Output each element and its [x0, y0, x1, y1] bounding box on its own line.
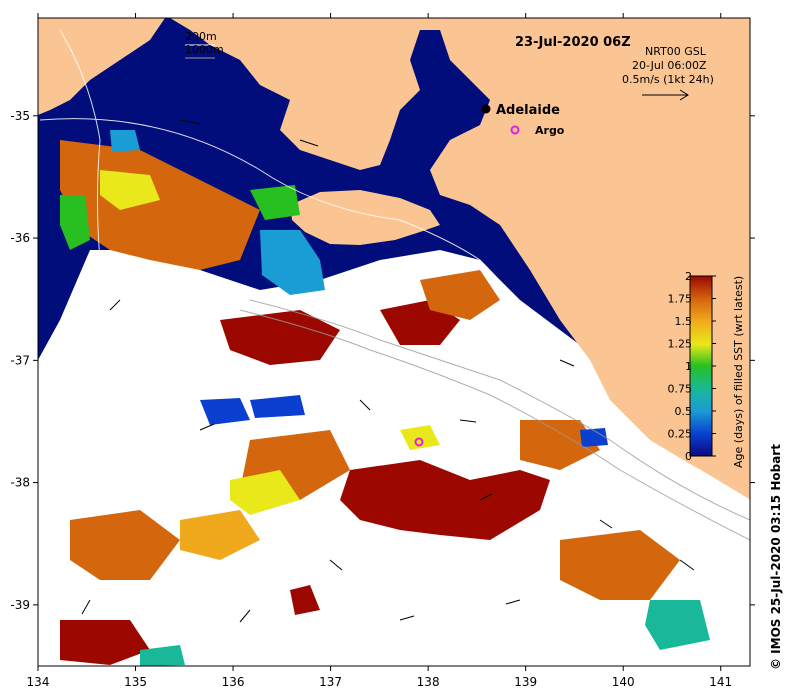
y-tick-label: -35	[10, 109, 30, 123]
adelaide-label: Adelaide	[496, 103, 560, 118]
x-tick-label: 139	[514, 675, 537, 689]
y-tick-label: -36	[10, 231, 30, 245]
x-tick-label: 135	[124, 675, 147, 689]
y-tick-label: -38	[10, 476, 30, 490]
colorbar	[689, 275, 713, 457]
depth-legend-1000m: 1000m	[185, 43, 224, 56]
colorbar-tick-label: 1.75	[668, 293, 693, 306]
colorbar-tick-label: 0.75	[668, 383, 693, 396]
x-tick-label: 134	[27, 675, 50, 689]
y-tick-label: -37	[10, 353, 30, 367]
current-legend-line3: 0.5m/s (1kt 24h)	[622, 73, 714, 86]
adelaide-marker	[481, 104, 491, 114]
colorbar-tick-label: 0	[685, 450, 692, 463]
x-tick-label: 136	[222, 675, 245, 689]
ocean-map: 134 135 136 137 138 139 140 141 -35 -36 -37 -38 -39…	[10, 13, 783, 689]
x-tick-label: 137	[319, 675, 342, 689]
depth-legend-200m: 200m	[185, 30, 217, 43]
current-legend-line1: NRT00 GSL	[645, 45, 707, 58]
map-title: 23-Jul-2020 06Z	[515, 35, 631, 50]
x-tick-label: 138	[417, 675, 440, 689]
colorbar-tick-label: 0.25	[668, 428, 693, 441]
y-tick-label: -39	[10, 598, 30, 612]
argo-label: Argo	[535, 124, 565, 137]
colorbar-tick-label: 1.25	[668, 338, 693, 351]
colorbar-tick-label: 2	[685, 270, 692, 283]
colorbar-tick-label: 1	[685, 360, 692, 373]
x-tick-label: 141	[709, 675, 732, 689]
colorbar-title: Age (days) of filled SST (wrt latest)	[732, 276, 745, 468]
current-legend-line2: 20-Jul 06:00Z	[632, 59, 707, 72]
credit-text: © IMOS 25-Jul-2020 03:15 Hobart	[769, 444, 783, 670]
colorbar-tick-label: 1.5	[675, 315, 693, 328]
colorbar-tick-label: 0.5	[675, 405, 693, 418]
x-tick-label: 140	[612, 675, 635, 689]
